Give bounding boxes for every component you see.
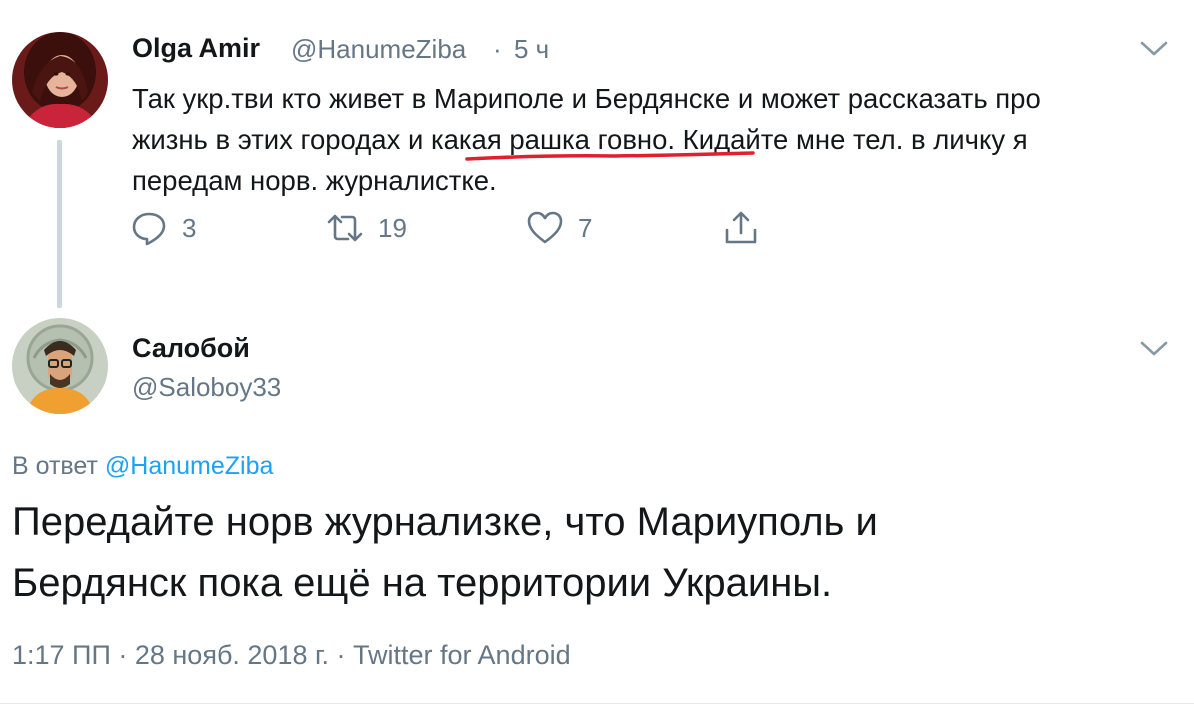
author-name[interactable]: Olga Amir — [132, 33, 260, 64]
retweet-icon — [326, 209, 364, 247]
share-icon — [722, 209, 760, 247]
heart-icon — [526, 209, 564, 247]
reply-mention-link[interactable]: @HanumeZiba — [105, 452, 274, 480]
red-underline-annotation — [465, 150, 755, 164]
reply-icon — [130, 209, 168, 247]
like-button[interactable]: 7 — [526, 208, 592, 248]
author-name[interactable]: Салобой — [132, 333, 250, 364]
tweet-text: Передайте норв журнализке, что Мариуполь… — [12, 492, 1182, 614]
divider — [0, 703, 1194, 704]
reply-context: В ответ @HanumeZiba — [12, 452, 273, 481]
reply-count: 3 — [182, 212, 197, 243]
chevron-down-icon[interactable] — [1139, 339, 1169, 359]
like-count: 7 — [578, 212, 593, 243]
reply-prefix: В ответ — [12, 452, 98, 480]
meta-separator: · — [493, 34, 502, 64]
tweet-text-line: передам норв. журналистке. — [132, 165, 497, 196]
tweet-text-line: Передайте норв журнализке, что Мариуполь… — [12, 500, 878, 544]
chevron-down-icon[interactable] — [1139, 39, 1169, 59]
reply-button[interactable]: 3 — [130, 208, 196, 248]
tweet-timestamp[interactable]: 5 ч — [514, 34, 549, 65]
tweet-text-line: Бердянск пока ещё на территории Украины. — [12, 561, 833, 605]
author-handle[interactable]: @Saloboy33 — [132, 372, 281, 403]
tweet-text: Так укр.тви кто живет в Мариполе и Бердя… — [132, 78, 1172, 201]
tweet-footer-meta: 1:17 ПП · 28 нояб. 2018 г. · Twitter for… — [12, 640, 571, 670]
share-button[interactable] — [722, 208, 760, 248]
retweet-button[interactable]: 19 — [326, 208, 407, 248]
retweet-count: 19 — [378, 212, 407, 243]
author-handle[interactable]: @HanumeZiba — [291, 34, 466, 65]
tweet-text-line: Так укр.тви кто живет в Мариполе и Бердя… — [132, 83, 1041, 114]
thread-connector-line — [57, 140, 62, 308]
avatar-olga-amir[interactable] — [12, 32, 108, 128]
avatar-saloboy[interactable] — [12, 318, 108, 414]
